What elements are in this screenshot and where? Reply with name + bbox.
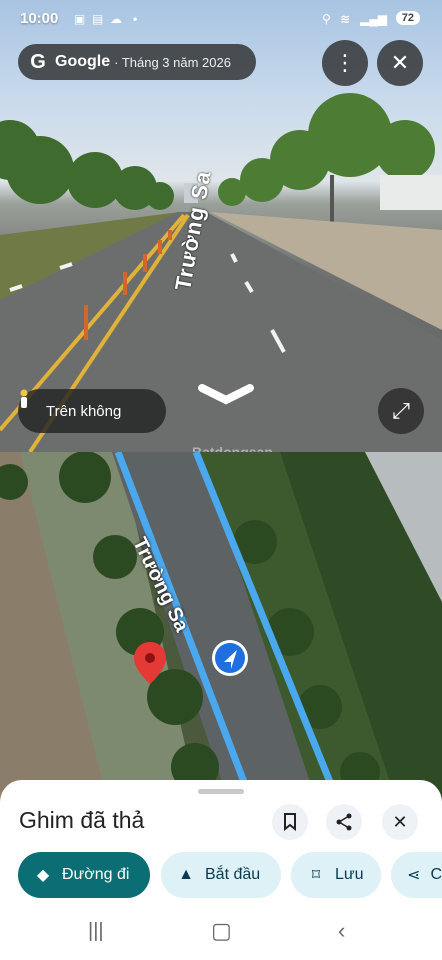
close-street-view-button[interactable]: ✕ <box>377 40 423 86</box>
recents-icon[interactable]: ||| <box>88 920 104 943</box>
google-g-icon: G <box>30 50 46 73</box>
imagery-date: · Tháng 3 năm 2026 <box>114 54 231 70</box>
aerial-mode-button[interactable]: Trên không <box>18 389 166 433</box>
expand-icon: ⤢ <box>392 398 410 423</box>
close-icon: ✕ <box>392 811 408 832</box>
expand-button[interactable]: ⤢ <box>378 388 424 434</box>
save-label: Lưu <box>335 866 364 883</box>
more-options-button[interactable]: ⋮ <box>322 40 368 86</box>
signal-icon: ▂▄▆ <box>360 12 387 26</box>
brand-label: Google <box>55 53 111 70</box>
more-vert-icon: ⋮ <box>334 50 356 75</box>
street-view-panel[interactable]: Trường Sa Batdongsan 10:00 ▣ ▤ ☁ • ⚲ ≋ ▂… <box>0 0 442 452</box>
directions-icon: ◆ <box>36 867 50 884</box>
directions-label: Đường đi <box>62 866 130 883</box>
start-label: Bắt đầu <box>205 866 261 883</box>
save-button[interactable]: ⌑ Lưu <box>291 852 381 898</box>
directions-button[interactable]: ◆ Đường đi <box>18 852 150 898</box>
mode-label: Trên không <box>46 402 122 420</box>
back-icon[interactable]: ‹ <box>338 918 345 944</box>
share-icon <box>336 813 352 831</box>
share-label: C <box>430 866 442 883</box>
cloud-icon: ☁ <box>110 12 122 26</box>
bookmark-icon: ⌑ <box>311 867 321 884</box>
battery-badge: 72 <box>395 11 420 25</box>
close-icon: ✕ <box>390 50 410 75</box>
satellite-scene <box>0 452 442 812</box>
navigation-arrow-icon: ▲ <box>178 866 194 883</box>
save-icon-button[interactable] <box>272 804 308 840</box>
screenshot-icon: ▣ <box>74 12 86 26</box>
share-icon: ⋖ <box>407 867 421 884</box>
dot-icon: • <box>133 12 138 26</box>
status-time: 10:00 <box>20 10 59 27</box>
sheet-drag-handle[interactable] <box>198 789 244 794</box>
wifi-icon: ≋ <box>340 12 351 26</box>
gallery-icon: ▤ <box>92 12 104 26</box>
status-bar: 10:00 ▣ ▤ ☁ • ⚲ ≋ ▂▄▆ 72 <box>0 6 442 32</box>
close-sheet-button[interactable]: ✕ <box>382 804 418 840</box>
satellite-map[interactable]: Trường Sa <box>0 452 442 812</box>
sheet-title: Ghim đã thả <box>19 807 145 833</box>
imagery-date-pill[interactable]: G Google · Tháng 3 năm 2026 <box>18 44 256 80</box>
share-button[interactable]: ⋖ C <box>391 852 442 898</box>
start-button[interactable]: ▲ Bắt đầu <box>161 852 281 898</box>
home-icon[interactable]: ▢ <box>211 918 232 944</box>
location-icon: ⚲ <box>322 12 331 26</box>
location-arrow-icon <box>212 640 248 676</box>
system-nav-bar: ||| ▢ ‹ <box>0 918 442 960</box>
watermark: Batdongsan <box>192 444 273 452</box>
bookmark-icon <box>284 813 296 831</box>
bottom-sheet[interactable]: Ghim đã thả ✕ ◆ Đường đi ▲ Bắt đầu ⌑ Lưu… <box>0 780 442 960</box>
share-icon-button[interactable] <box>326 804 362 840</box>
